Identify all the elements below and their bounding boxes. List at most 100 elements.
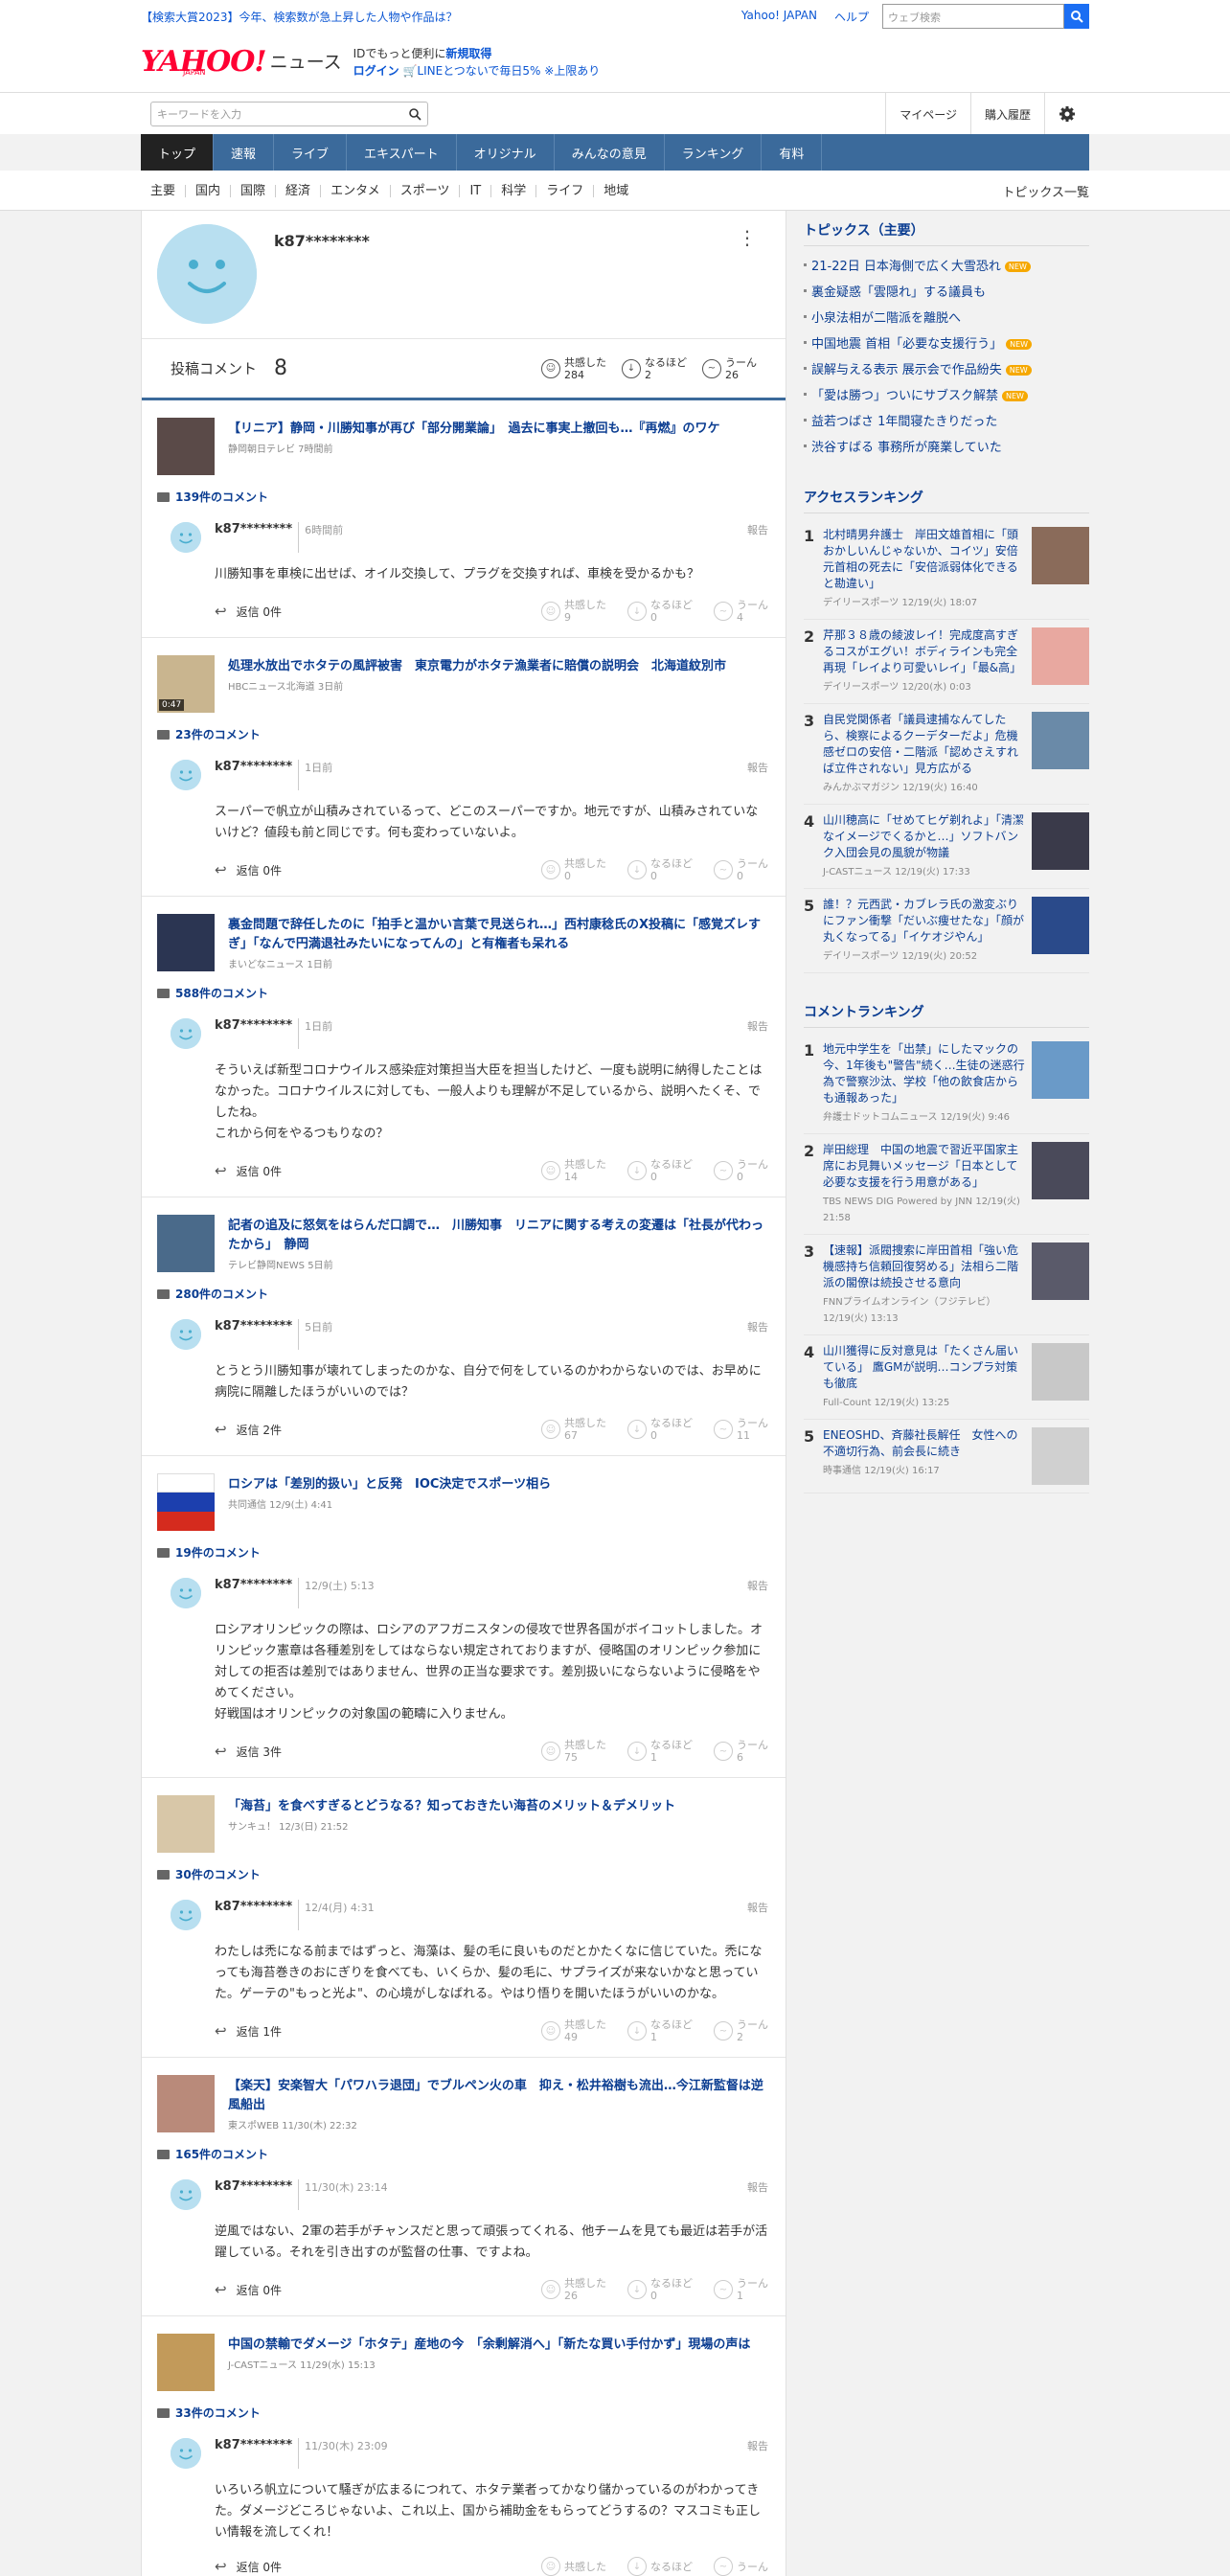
reaction-button[interactable]: ☺ 共感した 49 [541, 2018, 606, 2043]
article-title[interactable]: 中国の禁輸でダメージ「ホタテ」産地の今 「余剰解消へ」「新たな買い手付かず」現場… [228, 2336, 750, 2355]
article-link[interactable]: 記者の追及に怒気をはらんだ口調で… 川勝知事 リニアに関する考えの変遷は「社長が… [157, 1215, 768, 1272]
comment-count-link[interactable]: 165件のコメント [157, 2146, 768, 2162]
article-title[interactable]: 記者の追及に怒気をはらんだ口調で… 川勝知事 リニアに関する考えの変遷は「社長が… [228, 1217, 768, 1255]
comment-count-link[interactable]: 280件のコメント [157, 1286, 768, 1302]
topic-item[interactable]: 渋谷すばる 事務所が廃業していた [804, 433, 1089, 459]
reaction-button[interactable]: ☺ 共感した 14 [541, 1158, 606, 1183]
ranking-item[interactable]: 1 北村晴男弁護士 岸田文雄首相に「頭おかしいんじゃないか、コイツ」安倍元首相の死… [804, 519, 1089, 620]
reply-button[interactable]: ↩ 返信 0件 [215, 2558, 282, 2575]
ranking-item[interactable]: 4 山川獲得に反対意見は「たくさん届いている」 鷹GMが説明…コンプラ対策も徹底 F… [804, 1335, 1089, 1420]
reaction-button[interactable]: ~ うーん 4 [714, 599, 768, 624]
mypage-link[interactable]: マイページ [885, 93, 970, 135]
article-thumbnail[interactable]: 0:47 [157, 655, 215, 713]
topic-item[interactable]: 裏金疑惑「雲隠れ」する議員も [804, 278, 1089, 304]
reaction-button[interactable]: ~ うーん 1 [714, 2277, 768, 2302]
snav-science[interactable]: 科学 [491, 184, 537, 197]
report-link[interactable]: 報告 [747, 1319, 768, 1350]
signup-link[interactable]: 新規取得 [445, 47, 491, 60]
ranking-item[interactable]: 3 自民党関係者「議員逮捕なんてしたら、検察によるクーデターだよ」危機感ゼロの安倍… [804, 704, 1089, 805]
topic-item[interactable]: 中国地震 首相「必要な支援行う」 NEW [804, 330, 1089, 355]
snav-local[interactable]: 地域 [594, 185, 638, 197]
topic-item[interactable]: 益若つばさ 1年間寝たきりだった [804, 407, 1089, 433]
reaction-button[interactable]: ~ うーん 0 [714, 1158, 768, 1183]
comment-count-link[interactable]: 30件のコメント [157, 1866, 768, 1882]
reaction-button[interactable]: ☺ 共感した 75 [541, 1739, 606, 1764]
topic-item[interactable]: 「愛は勝つ」ついにサブスク解禁 NEW [804, 381, 1089, 407]
ranking-item[interactable]: 5 ENEOSHD、斉藤社長解任 女性への不適切行為、前会長に続き 時事通信 12/… [804, 1420, 1089, 1493]
reaction-button[interactable]: ☺ 共感した 9 [541, 599, 606, 624]
report-link[interactable]: 報告 [747, 1578, 768, 1608]
keyword-search-input[interactable]: キーワードを入力 [150, 102, 428, 126]
article-link[interactable]: 中国の禁輸でダメージ「ホタテ」産地の今 「余剰解消へ」「新たな買い手付かず」現場… [157, 2334, 768, 2391]
gnav-flash[interactable]: 速報 [214, 134, 275, 171]
snav-economy[interactable]: 経済 [276, 184, 322, 197]
help-link[interactable]: ヘルプ [834, 9, 869, 25]
article-thumbnail[interactable] [157, 1215, 215, 1272]
ranking-item[interactable]: 5 誰！？元西武・カブレラ氏の激変ぶりにファン衝撃「だいぶ痩せたな」「顔が丸くなっ… [804, 889, 1089, 973]
report-link[interactable]: 報告 [747, 522, 768, 553]
reaction-button[interactable]: ↓ なるほど 1 [627, 2018, 693, 2043]
reply-button[interactable]: ↩ 返信 0件 [215, 603, 282, 620]
reaction-button[interactable]: ☺ 共感した 0 [541, 857, 606, 882]
reaction-button[interactable]: ↓ なるほど 0 [627, 1417, 693, 1442]
reply-button[interactable]: ↩ 返信 2件 [215, 1421, 282, 1438]
reaction-button[interactable]: ☺ 共感した 67 [541, 1417, 606, 1442]
article-link[interactable]: 0:47 処理水放出でホタテの風評被害 東京電力がホタテ漁業者に賠償の説明会 北海… [157, 655, 768, 713]
article-title[interactable]: 処理水放出でホタテの風評被害 東京電力がホタテ漁業者に賠償の説明会 北海道紋別市 [228, 657, 726, 676]
ranking-item[interactable]: 2 岸田総理 中国の地震で習近平国家主席にお見舞いメッセージ「日本として必要な支援… [804, 1134, 1089, 1235]
article-title[interactable]: ロシアは「差別的扱い」と反発 IOC決定でスポーツ相ら [228, 1475, 551, 1494]
article-link[interactable]: 裏金問題で辞任したのに「拍手と温かい言葉で見送られ…」西村康稔氏のX投稿に「感覚… [157, 914, 768, 971]
gnav-top[interactable]: トップ [141, 134, 215, 171]
web-search-button[interactable] [1064, 4, 1089, 29]
ranking-item[interactable]: 3 【速報】派閥捜索に岸田首相「強い危機感持ち信頼回復努める」法相ら二階派の閣僚は… [804, 1235, 1089, 1335]
snav-main[interactable]: 主要 [141, 184, 187, 197]
report-link[interactable]: 報告 [747, 2438, 768, 2469]
article-thumbnail[interactable] [157, 2334, 215, 2391]
report-link[interactable]: 報告 [747, 760, 768, 790]
snav-life[interactable]: ライフ [536, 184, 595, 197]
gnav-ranking[interactable]: ランキング [665, 134, 763, 171]
comment-count-link[interactable]: 588件のコメント [157, 985, 768, 1001]
article-title[interactable]: 「海苔」を食べすぎるとどうなる？知っておきたい海苔のメリット＆デメリット [228, 1797, 675, 1816]
search-icon[interactable] [408, 107, 421, 121]
snav-domestic[interactable]: 国内 [186, 184, 232, 197]
reaction-button[interactable]: ↓ なるほど 1 [627, 1739, 693, 1764]
reaction-button[interactable]: ~ うーん 6 [714, 1739, 768, 1764]
gnav-live[interactable]: ライブ [274, 134, 348, 171]
topic-item[interactable]: 小泉法相が二階派を離脱へ [804, 304, 1089, 330]
article-title[interactable]: 【リニア】静岡・川勝知事が再び「部分開業論」 過去に事実上撤回も…『再燃』のワケ [228, 420, 720, 439]
ranking-item[interactable]: 4 山川穂高に「せめてヒゲ剃れよ」「清潔なイメージでくるかと…」ソフトバンク入団会… [804, 805, 1089, 889]
snav-world[interactable]: 国際 [231, 184, 277, 197]
article-thumbnail[interactable] [157, 1795, 215, 1853]
yahoo-japan-link[interactable]: Yahoo! JAPAN [741, 9, 817, 25]
topic-item[interactable]: 21-22日 日本海側で広く大雪恐れ NEW [804, 252, 1089, 278]
gnav-paid[interactable]: 有料 [762, 134, 823, 171]
comment-count-link[interactable]: 19件のコメント [157, 1544, 768, 1561]
reaction-button[interactable]: ~ うーん 11 [714, 1417, 768, 1442]
reaction-button[interactable]: ↓ なるほど 0 [627, 1158, 693, 1183]
snav-it[interactable]: IT [460, 184, 492, 197]
article-thumbnail[interactable] [157, 914, 215, 971]
login-link[interactable]: ログイン [353, 64, 399, 78]
purchase-history-link[interactable]: 購入履歴 [969, 93, 1044, 135]
article-link[interactable]: 【楽天】安楽智大「パワハラ退団」でブルペン火の車 抑え・松井裕樹も流出…今江新監… [157, 2075, 768, 2132]
reaction-button[interactable]: ↓ なるほど 0 [627, 2277, 693, 2302]
article-title[interactable]: 【楽天】安楽智大「パワハラ退団」でブルペン火の車 抑え・松井裕樹も流出…今江新監… [228, 2077, 768, 2115]
reply-button[interactable]: ↩ 返信 3件 [215, 1743, 282, 1760]
report-link[interactable]: 報告 [747, 1900, 768, 1930]
gear-icon[interactable] [1044, 93, 1089, 135]
article-link[interactable]: 「海苔」を食べすぎるとどうなる？知っておきたい海苔のメリット＆デメリット サンキュ… [157, 1795, 768, 1853]
reaction-button[interactable]: ↓ なるほど 0 [627, 599, 693, 624]
reply-button[interactable]: ↩ 返信 0件 [215, 1162, 282, 1179]
article-link[interactable]: ロシアは「差別的扱い」と反発 IOC決定でスポーツ相ら 共同通信 12/9(土) … [157, 1473, 768, 1531]
topic-item[interactable]: 誤解与える表示 展示会で作品紛失 NEW [804, 355, 1089, 381]
topics-list-link[interactable]: トピックス一覧 [1002, 182, 1089, 200]
comment-count-link[interactable]: 23件のコメント [157, 726, 768, 742]
reaction-button[interactable]: ~ うーん [714, 2557, 768, 2576]
comment-count-link[interactable]: 33件のコメント [157, 2405, 768, 2421]
article-thumbnail[interactable] [157, 1473, 215, 1531]
report-link[interactable]: 報告 [747, 1018, 768, 1049]
article-thumbnail[interactable] [157, 2075, 215, 2132]
reaction-button[interactable]: ~ うーん 0 [714, 857, 768, 882]
comment-count-link[interactable]: 139件のコメント [157, 489, 768, 505]
